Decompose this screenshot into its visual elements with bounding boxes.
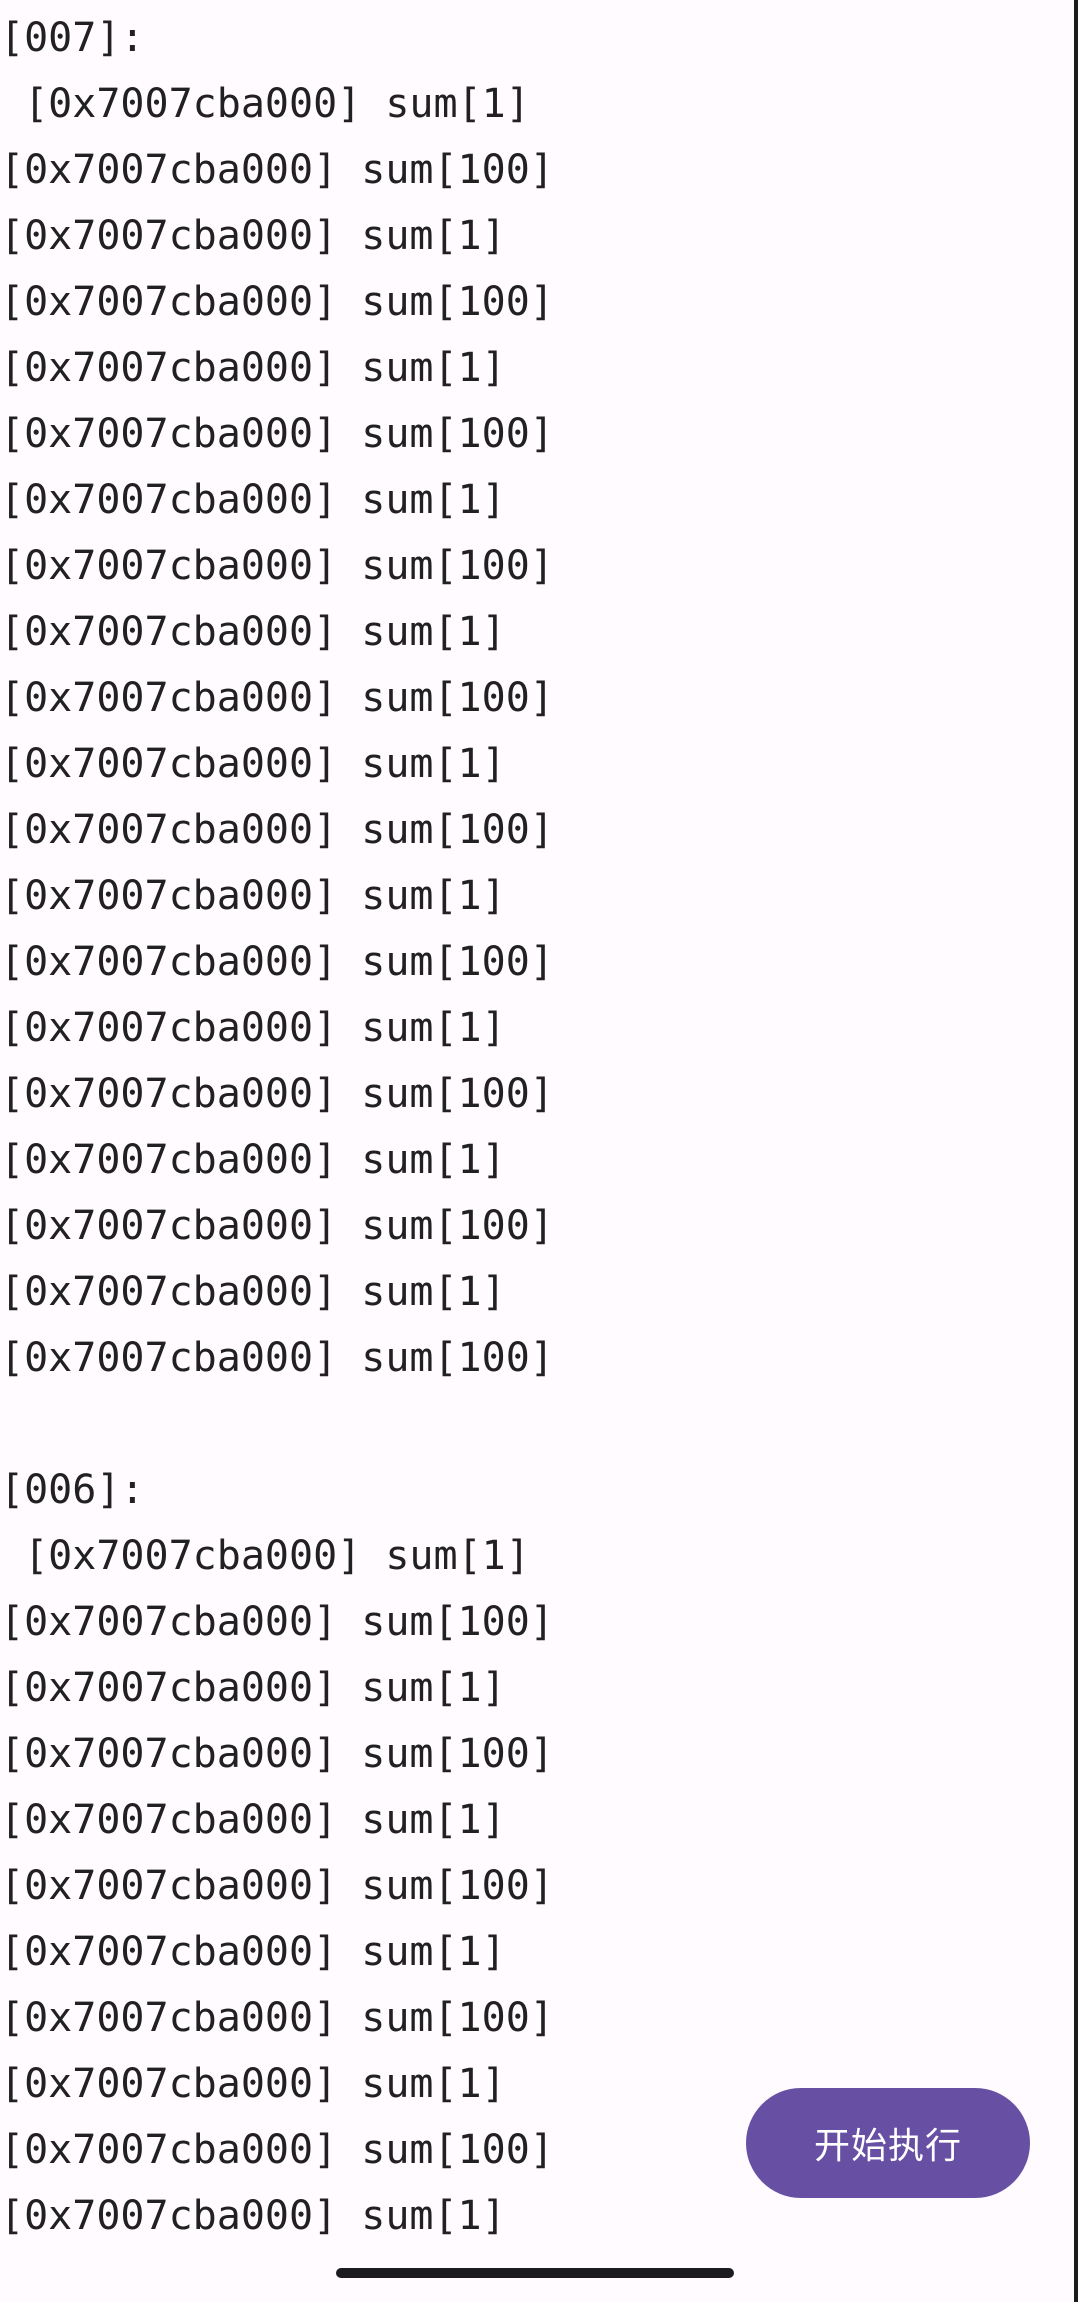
gesture-navigation-bar[interactable] (336, 2268, 734, 2278)
app-screen: [007]: [0x7007cba000] sum[1] [0x7007cba0… (0, 0, 1076, 2302)
start-execution-button[interactable]: 开始执行 (746, 2088, 1030, 2198)
log-output-text: [007]: [0x7007cba000] sum[1] [0x7007cba0… (0, 15, 554, 2239)
log-scroll-area[interactable]: [007]: [0x7007cba000] sum[1] [0x7007cba0… (0, 0, 1074, 2252)
